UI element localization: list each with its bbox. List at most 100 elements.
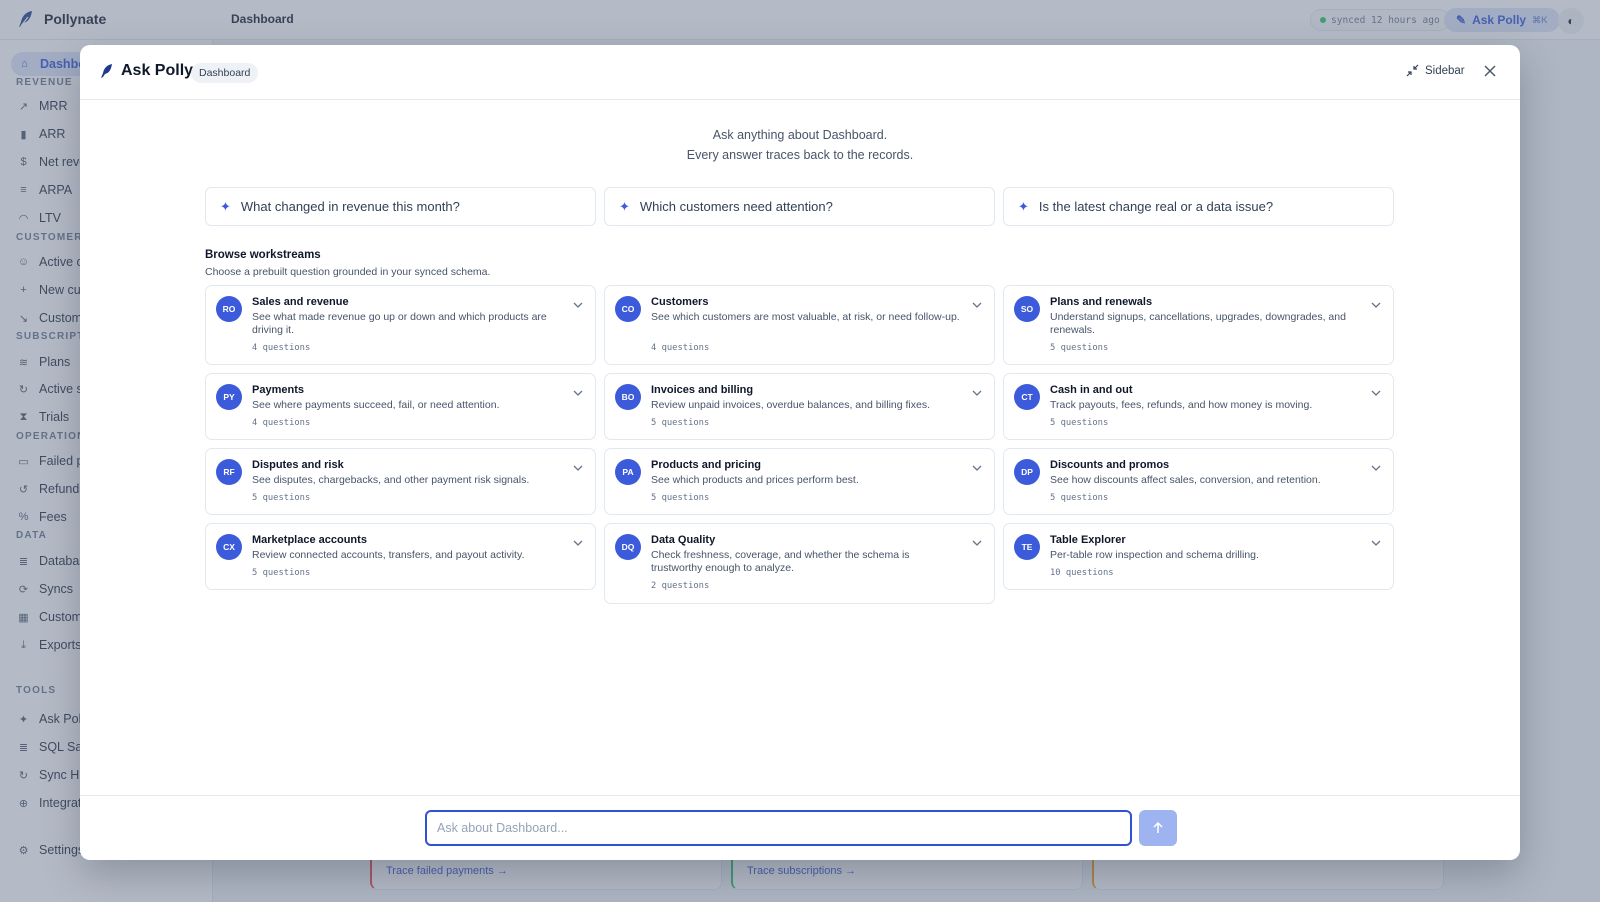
workstream-name: Disputes and risk xyxy=(252,459,344,471)
workstream-description: See where payments succeed, fail, or nee… xyxy=(252,399,500,411)
intro-text: Ask anything about Dashboard. Every answ… xyxy=(80,125,1520,165)
sparkle-icon: ✦ xyxy=(220,198,231,214)
context-badge: Dashboard xyxy=(191,63,259,83)
workstream-question-count: 10 questions xyxy=(1050,568,1114,578)
send-button[interactable] xyxy=(1139,810,1177,846)
workstream-description: See how discounts affect sales, conversi… xyxy=(1050,474,1321,486)
chevron-down-icon[interactable] xyxy=(970,461,984,475)
dock-sidebar-button[interactable]: Sidebar xyxy=(1406,64,1465,77)
chevron-down-icon[interactable] xyxy=(1369,298,1383,312)
chevron-down-icon[interactable] xyxy=(970,386,984,400)
workstream-question-count: 5 questions xyxy=(1050,343,1109,353)
workstream-name: Invoices and billing xyxy=(651,384,754,396)
workstream-avatar: DP xyxy=(1014,459,1040,485)
chevron-down-icon[interactable] xyxy=(1369,536,1383,550)
workstream-question-count: 5 questions xyxy=(651,493,710,503)
workstream-name: Marketplace accounts xyxy=(252,534,367,546)
workstream-card[interactable]: PY Payments See where payments succeed, fa… xyxy=(205,373,596,440)
workstream-card[interactable]: TE Table Explorer Per-table row inspection… xyxy=(1003,523,1394,590)
modal-header: Ask Polly Dashboard Sidebar xyxy=(80,45,1520,100)
collapse-icon xyxy=(1406,64,1419,77)
sidebar-label: Sidebar xyxy=(1425,64,1465,77)
workstream-card[interactable]: RO Sales and revenue See what made revenue… xyxy=(205,285,596,365)
close-icon xyxy=(1484,65,1496,77)
workstream-question-count: 4 questions xyxy=(651,343,710,353)
chevron-down-icon[interactable] xyxy=(970,298,984,312)
modal-title: Ask Polly xyxy=(100,62,193,80)
chevron-down-icon[interactable] xyxy=(1369,461,1383,475)
workstream-card[interactable]: CT Cash in and out Track payouts, fees, re… xyxy=(1003,373,1394,440)
chevron-down-icon[interactable] xyxy=(571,536,585,550)
workstream-description: Understand signups, cancellations, upgra… xyxy=(1050,311,1346,336)
workstream-description: Review connected accounts, transfers, an… xyxy=(252,549,525,561)
workstream-name: Customers xyxy=(651,296,709,308)
workstream-name: Payments xyxy=(252,384,304,396)
workstream-description: Per-table row inspection and schema dril… xyxy=(1050,549,1259,561)
chevron-down-icon[interactable] xyxy=(1369,386,1383,400)
chevron-down-icon[interactable] xyxy=(571,461,585,475)
arrow-up-icon xyxy=(1153,821,1163,833)
workstream-avatar: RF xyxy=(216,459,242,485)
workstream-name: Table Explorer xyxy=(1050,534,1126,546)
workstream-name: Data Quality xyxy=(651,534,716,546)
workstream-card[interactable]: PA Products and pricing See which products… xyxy=(604,448,995,515)
sparkle-icon: ✦ xyxy=(619,198,630,214)
ask-polly-modal: Ask Polly Dashboard Sidebar Ask anything… xyxy=(80,45,1520,860)
suggestion-text: What changed in revenue this month? xyxy=(240,199,460,214)
sparkle-icon: ✦ xyxy=(1018,198,1029,214)
chevron-down-icon[interactable] xyxy=(970,536,984,550)
chevron-down-icon[interactable] xyxy=(571,386,585,400)
modal-footer xyxy=(80,795,1520,860)
intro-line-1: Ask anything about Dashboard. xyxy=(712,128,888,142)
close-button[interactable] xyxy=(1478,59,1502,83)
workstream-name: Sales and revenue xyxy=(252,296,349,308)
suggestion-text: Which customers need attention? xyxy=(639,199,833,214)
workstream-card[interactable]: CX Marketplace accounts Review connected a… xyxy=(205,523,596,590)
workstream-name: Plans and renewals xyxy=(1050,296,1153,308)
ask-input[interactable] xyxy=(425,810,1132,846)
workstream-avatar: DQ xyxy=(615,534,641,560)
suggestion-chip[interactable]: ✦ What changed in revenue this month? xyxy=(205,187,596,226)
workstream-avatar: SO xyxy=(1014,296,1040,322)
workstream-name: Cash in and out xyxy=(1050,384,1133,396)
workstream-question-count: 5 questions xyxy=(252,568,311,578)
suggestion-text: Is the latest change real or a data issu… xyxy=(1038,199,1274,214)
workstream-description: See disputes, chargebacks, and other pay… xyxy=(252,474,530,486)
workstream-description: Track payouts, fees, refunds, and how mo… xyxy=(1050,399,1313,411)
feather-icon xyxy=(101,64,112,78)
workstream-question-count: 5 questions xyxy=(1050,493,1109,503)
suggestion-chip[interactable]: ✦ Is the latest change real or a data is… xyxy=(1003,187,1394,226)
workstream-description: Check freshness, coverage, and whether t… xyxy=(651,549,910,574)
workstream-question-count: 2 questions xyxy=(651,581,710,591)
workstreams-subtitle: Choose a prebuilt question grounded in y… xyxy=(205,266,491,278)
intro-line-2: Every answer traces back to the records. xyxy=(686,148,914,162)
workstream-avatar: CT xyxy=(1014,384,1040,410)
chevron-down-icon[interactable] xyxy=(571,298,585,312)
workstream-question-count: 4 questions xyxy=(252,418,311,428)
workstream-name: Discounts and promos xyxy=(1050,459,1170,471)
workstream-card[interactable]: RF Disputes and risk See disputes, chargeb… xyxy=(205,448,596,515)
workstream-card[interactable]: DQ Data Quality Check freshness, coverage,… xyxy=(604,523,995,604)
workstream-question-count: 4 questions xyxy=(252,343,311,353)
workstream-question-count: 5 questions xyxy=(252,493,311,503)
workstream-card[interactable]: CO Customers See which customers are most … xyxy=(604,285,995,365)
workstream-avatar: CX xyxy=(216,534,242,560)
workstreams-heading: Browse workstreams xyxy=(205,249,321,261)
workstream-description: Review unpaid invoices, overdue balances… xyxy=(651,399,930,411)
workstream-avatar: RO xyxy=(216,296,242,322)
workstream-description: See what made revenue go up or down and … xyxy=(252,311,547,336)
workstream-avatar: PY xyxy=(216,384,242,410)
workstream-description: See which products and prices perform be… xyxy=(651,474,859,486)
workstream-name: Products and pricing xyxy=(651,459,762,471)
workstream-avatar: TE xyxy=(1014,534,1040,560)
workstream-avatar: BO xyxy=(615,384,641,410)
workstream-question-count: 5 questions xyxy=(651,418,710,428)
workstream-avatar: CO xyxy=(615,296,641,322)
workstream-description: See which customers are most valuable, a… xyxy=(651,311,960,323)
workstream-question-count: 5 questions xyxy=(1050,418,1109,428)
workstream-card[interactable]: SO Plans and renewals Understand signups, … xyxy=(1003,285,1394,365)
workstream-card[interactable]: DP Discounts and promos See how discounts … xyxy=(1003,448,1394,515)
workstream-avatar: PA xyxy=(615,459,641,485)
suggestion-chip[interactable]: ✦ Which customers need attention? xyxy=(604,187,995,226)
workstream-card[interactable]: BO Invoices and billing Review unpaid invo… xyxy=(604,373,995,440)
